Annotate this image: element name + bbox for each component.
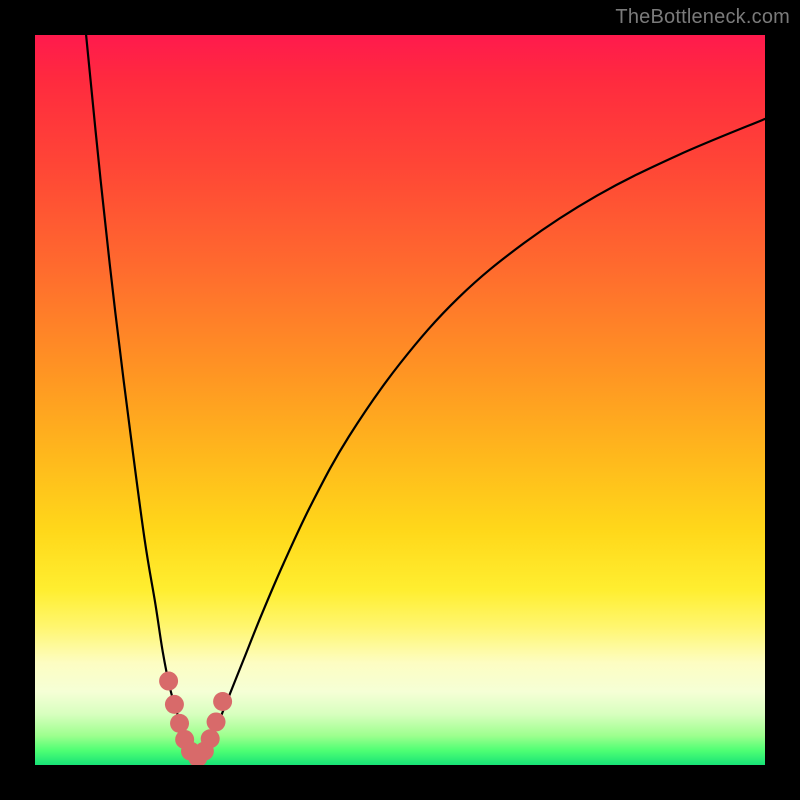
data-marker [159, 672, 178, 691]
marker-group [159, 672, 232, 765]
data-marker [201, 729, 220, 748]
data-marker [165, 695, 184, 714]
curve-layer [35, 35, 765, 765]
curve-left [86, 35, 190, 754]
chart-stage: TheBottleneck.com [0, 0, 800, 800]
data-marker [207, 712, 226, 731]
data-marker [213, 692, 232, 711]
watermark-text: TheBottleneck.com [615, 6, 790, 29]
data-marker [170, 714, 189, 733]
plot-area [35, 35, 765, 765]
curve-right [204, 119, 765, 754]
